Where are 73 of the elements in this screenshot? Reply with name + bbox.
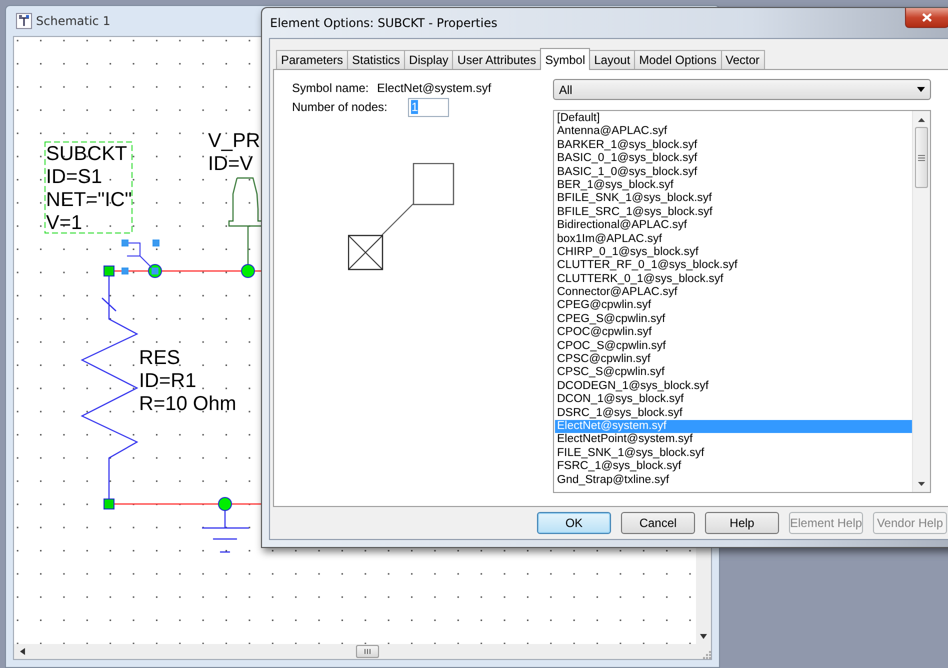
list-scrollbar[interactable] (912, 111, 930, 492)
close-icon (922, 13, 932, 22)
close-button[interactable] (905, 8, 948, 28)
component-label: ID=S1 (46, 166, 102, 188)
list-item[interactable]: CLUTTERK_0_1@sys_block.syf (555, 272, 912, 286)
window-title: Schematic 1 (36, 14, 110, 28)
filter-dropdown[interactable]: All (553, 79, 931, 100)
component-label: R=10 Ohm (139, 393, 236, 415)
component-label: V=1 (46, 212, 82, 234)
list-item[interactable]: BASIC_1_0@sys_block.syf (555, 166, 912, 179)
scroll-left-icon[interactable] (20, 648, 25, 655)
list-item[interactable]: BFILE_SRC_1@sys_block.syf (555, 206, 912, 220)
grip-icon (918, 154, 925, 160)
component-label: RES (139, 347, 180, 369)
list-item[interactable]: CLUTTER_RF_0_1@sys_block.syf (555, 259, 912, 273)
list-item[interactable]: CPOC_S@cpwlin.syf (555, 340, 912, 354)
tab[interactable]: Layout (589, 50, 636, 69)
node-dot[interactable] (241, 264, 255, 278)
tab[interactable]: Symbol (540, 48, 590, 70)
terminal-square[interactable] (104, 498, 114, 510)
tab[interactable]: Vector (720, 50, 765, 69)
list-item[interactable]: BARKER_1@sys_block.syf (555, 138, 912, 152)
tab[interactable]: Statistics (347, 50, 406, 69)
list-item[interactable]: Connector@APLAC.syf (555, 286, 912, 300)
scroll-down-icon[interactable] (700, 634, 707, 639)
list-item[interactable]: BER_1@sys_block.syf (555, 178, 912, 192)
component-label: ID=R1 (139, 370, 196, 392)
scroll-up-icon[interactable] (918, 118, 925, 122)
component-label: ID=V (208, 153, 254, 175)
scroll-thumb[interactable] (915, 127, 928, 188)
node-dot[interactable] (218, 497, 232, 511)
component-label: NET="IC" (46, 189, 132, 211)
list-item[interactable]: CPSC_S@cpwlin.syf (555, 366, 912, 380)
list-item[interactable]: Gnd_Strap@txline.syf (555, 474, 912, 487)
field-label: Symbol name: (292, 81, 370, 95)
list-item[interactable]: CPEG_S@cpwlin.syf (555, 312, 912, 326)
list-item[interactable]: CPEG@cpwlin.syf (555, 299, 912, 313)
selection-handles[interactable] (122, 240, 160, 274)
horizontal-scrollbar[interactable] (14, 644, 696, 659)
list-item[interactable]: BASIC_0_1@sys_block.syf (555, 152, 912, 166)
component-label: V_PR (208, 130, 260, 152)
schematic-icon (16, 13, 32, 29)
component-label: SUBCKT (46, 143, 128, 165)
list-item[interactable]: DSRC_1@sys_block.syf (555, 406, 912, 420)
list-item[interactable]: BFILE_SNK_1@sys_block.syf (555, 192, 912, 206)
terminal-square[interactable] (104, 266, 114, 276)
list-item[interactable]: DCON_1@sys_block.syf (555, 393, 912, 407)
scroll-down-icon[interactable] (918, 482, 925, 486)
list-item[interactable]: [Default] (555, 112, 912, 126)
scroll-thumb[interactable] (356, 645, 379, 658)
list-item[interactable]: box1Im@APLAC.syf (555, 232, 912, 246)
list-item[interactable]: FILE_SNK_1@sys_block.syf (555, 446, 912, 460)
list-item[interactable]: ElectNetPoint@system.syf (555, 433, 912, 447)
dialog-title: Element Options: SUBCKT - Properties (270, 16, 498, 30)
tab[interactable]: User Attributes (452, 50, 542, 69)
dialog-button[interactable]: OK (537, 512, 611, 534)
dialog-button[interactable]: Help (705, 512, 779, 534)
tab[interactable]: Display (404, 50, 454, 69)
field-label: Number of nodes: (292, 100, 388, 114)
size-grip-icon[interactable] (703, 651, 711, 659)
dialog-button[interactable]: Cancel (621, 512, 695, 534)
list-item[interactable]: FSRC_1@sys_block.syf (555, 460, 912, 474)
list-item[interactable]: CPOC@cpwlin.syf (555, 326, 912, 340)
list-item[interactable]: Antenna@APLAC.syf (555, 125, 912, 139)
tab[interactable]: Model Options (634, 50, 722, 69)
list-item[interactable]: CPSC@cpwlin.syf (555, 353, 912, 366)
list-item[interactable]: CHIRP_0_1@sys_block.syf (555, 246, 912, 260)
tab[interactable]: Parameters (276, 50, 348, 69)
list-item[interactable]: DCODEGN_1@sys_block.syf (555, 380, 912, 394)
dropdown-caret-icon (917, 87, 925, 92)
symbol-name-value: ElectNet@system.syf (377, 81, 492, 95)
list-item[interactable]: Bidirectional@APLAC.syf (555, 219, 912, 233)
grip-icon (364, 649, 371, 654)
